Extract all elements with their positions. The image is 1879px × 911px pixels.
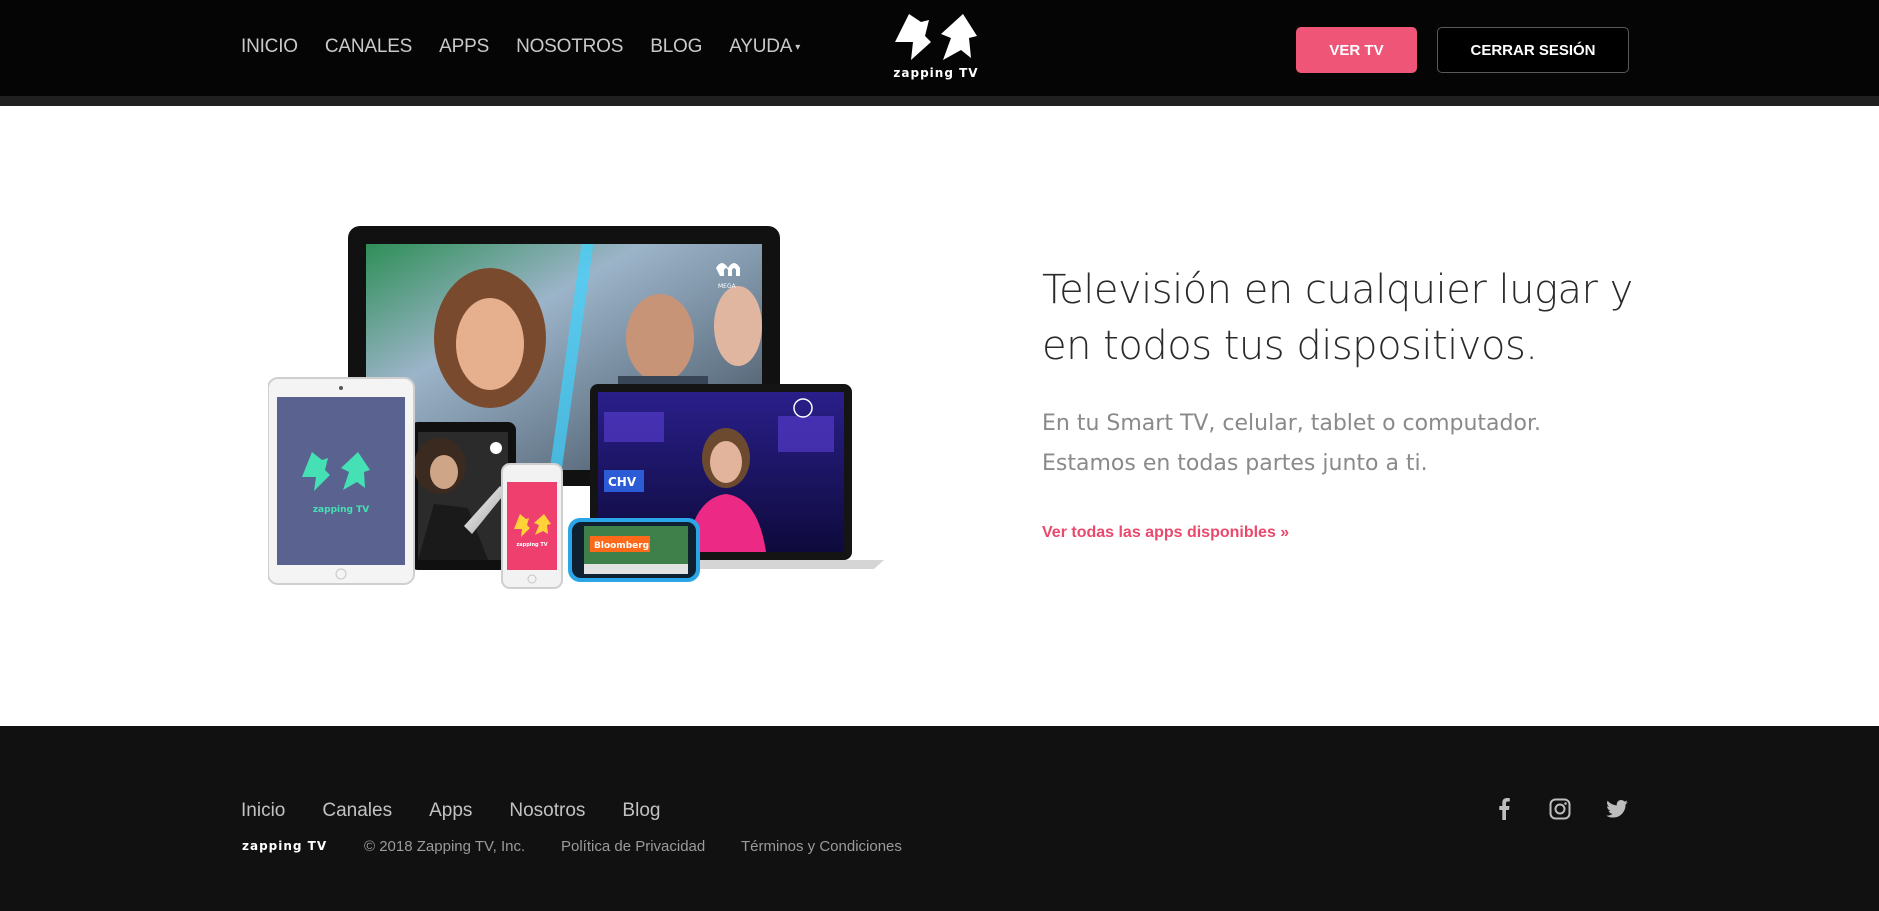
anchor-face <box>710 441 742 483</box>
player-controls <box>584 564 688 574</box>
chv-screen-logo: CHV <box>608 475 637 489</box>
copyright-text: © 2018 Zapping TV, Inc. <box>364 838 526 855</box>
brand-logo[interactable]: zapping TV <box>884 12 988 92</box>
small-tablet <box>410 422 516 570</box>
landscape-phone: Bloomberg <box>568 518 700 582</box>
instagram-icon[interactable] <box>1547 796 1573 822</box>
bloomberg-label: Bloomberg <box>594 541 649 551</box>
footer-nav: Inicio Canales Apps Nosotros Blog <box>241 800 697 822</box>
newsroom-panel-right <box>778 416 834 452</box>
nav-ayuda-label: AYUDA <box>729 36 793 57</box>
terms-link[interactable]: Términos y Condiciones <box>741 838 902 855</box>
logout-button[interactable]: CERRAR SESIÓN <box>1437 27 1629 73</box>
woman-side-face <box>714 286 762 366</box>
guitarist-face <box>430 455 458 489</box>
iphone: zapping TV <box>501 463 563 589</box>
privacy-link[interactable]: Política de Privacidad <box>561 838 705 855</box>
ipad-screen <box>277 397 405 565</box>
nav-ayuda-dropdown[interactable]: AYUDA ▾ <box>729 36 800 58</box>
small-tablet-channel-logo <box>490 442 502 454</box>
brand-logo-text: zapping TV <box>893 66 979 80</box>
nav-nosotros[interactable]: NOSOTROS <box>516 36 623 58</box>
hero-heading: Televisión en cualquier lugar y en todos… <box>1042 267 1633 369</box>
nav-inicio[interactable]: INICIO <box>241 36 298 58</box>
ipad-logo-text: zapping TV <box>313 505 369 515</box>
presenter-face <box>456 298 524 390</box>
footer-link-inicio[interactable]: Inicio <box>241 800 285 822</box>
nav-canales[interactable]: CANALES <box>325 36 413 58</box>
footer-logo[interactable]: zapping TV <box>242 839 327 853</box>
footer-link-apps[interactable]: Apps <box>429 800 472 822</box>
footer-link-canales[interactable]: Canales <box>322 800 392 822</box>
mega-logo-text: MEGA <box>718 283 737 290</box>
header-bottom-strip <box>0 96 1879 106</box>
site-footer: Inicio Canales Apps Nosotros Blog zappin… <box>0 726 1879 911</box>
nav-apps[interactable]: APPS <box>439 36 489 58</box>
hero-subtext: En tu Smart TV, celular, tablet o comput… <box>1042 411 1541 476</box>
iphone-logo-text: zapping TV <box>516 542 547 548</box>
footer-link-nosotros[interactable]: Nosotros <box>509 800 585 822</box>
footer-link-blog[interactable]: Blog <box>622 800 660 822</box>
man-face <box>626 294 694 382</box>
ver-tv-button[interactable]: VER TV <box>1296 27 1417 73</box>
chevron-down-icon: ▾ <box>795 41 801 53</box>
iphone-screen <box>507 482 557 570</box>
main-nav: INICIO CANALES APPS NOSOTROS BLOG AYUDA … <box>241 36 827 58</box>
devices-illustration-svg: MEGA CHV zapping TV zapping TV Bloomberg <box>267 226 884 589</box>
twitter-icon[interactable] <box>1604 796 1630 822</box>
nav-blog[interactable]: BLOG <box>650 36 702 58</box>
ipad-camera <box>339 386 343 390</box>
all-apps-link[interactable]: Ver todas las apps disponibles » <box>1042 524 1289 542</box>
devices-illustration: MEGA CHV zapping TV zapping TV Bloomberg <box>267 226 884 591</box>
ipad: zapping TV <box>267 377 415 585</box>
zapping-logo-icon <box>895 14 977 60</box>
newsroom-panel <box>604 412 664 442</box>
facebook-icon[interactable] <box>1491 796 1517 822</box>
